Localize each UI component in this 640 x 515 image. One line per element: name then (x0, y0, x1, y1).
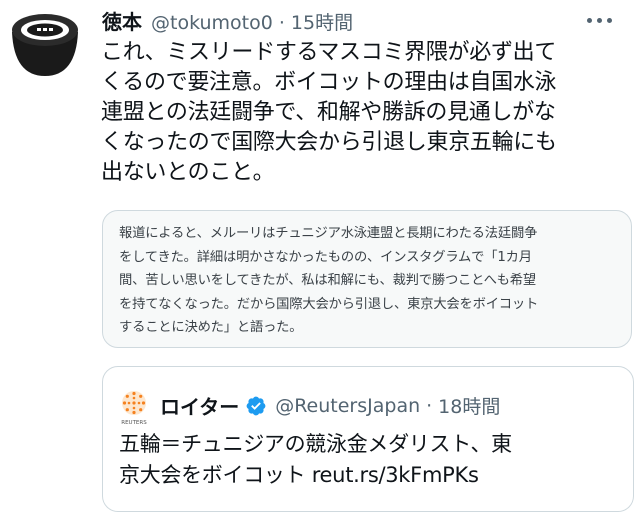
more-options-icon[interactable] (584, 18, 624, 28)
excerpt-line: することに決めた」と語った。 (119, 320, 303, 336)
bowl-avatar-icon (7, 3, 83, 79)
quoted-author-handle[interactable]: @ReutersJapan (275, 395, 420, 417)
header-separator: · (278, 12, 285, 34)
quoted-excerpt-image[interactable]: 報道によると、メルーリはチュニジア水泳連盟と長期にわたる法廷闘争 をしてきた。詳… (102, 210, 632, 348)
tweet-text: これ、ミスリードするマスコミ界隈が必ず出て くるので要注意。ボイコットの理由は自… (101, 38, 631, 188)
quoted-tweet-header: ロイター @ReutersJapan · 18時間 (160, 391, 500, 420)
excerpt-line: をしてきた。詳細は明かさなかったものの、インスタグラムで「1カ月 (119, 249, 532, 265)
quoted-tweet-timestamp[interactable]: 18時間 (438, 392, 500, 419)
tweet-text-line: くなったので国際大会から引退し東京五輪にも (101, 130, 557, 155)
author-handle[interactable]: @tokumoto0 (151, 12, 273, 34)
quoted-tweet-text: 五輪＝チュニジアの競泳金メダリスト、東 京大会をボイコット reut.rs/3k… (119, 429, 624, 491)
tweet-text-line: 出ないとのこと。 (101, 160, 275, 185)
verified-badge-icon (246, 396, 266, 415)
reuters-logo: REUTERS (117, 389, 151, 427)
quoted-header-separator: · (426, 394, 433, 417)
quoted-text-segment: 京大会をボイコット (119, 463, 312, 487)
tweet-text-line: くるので要注意。ボイコットの理由は自国水泳 (101, 70, 557, 95)
tweet-header: 徳本 @tokumoto0 · 15時間 (102, 6, 353, 36)
svg-text:REUTERS: REUTERS (121, 420, 147, 426)
tweet-text-line: 連盟との法廷闘争で、和解や勝訴の見通しがな (101, 100, 556, 125)
excerpt-line: 報道によると、メルーリはチュニジア水泳連盟と長期にわたる法廷闘争 (119, 226, 538, 241)
quoted-tweet-card[interactable]: REUTERS ロイター @ReutersJapan · 18時間 五輪＝チュニ… (102, 366, 634, 512)
quoted-author-name[interactable]: ロイター (160, 391, 239, 420)
excerpt-text: 報道によると、メルーリはチュニジア水泳連盟と長期にわたる法廷闘争 をしてきた。詳… (119, 222, 619, 340)
quoted-tweet-link[interactable]: reut.rs/3kFmPKs (312, 463, 479, 487)
quoted-text-line-2: 京大会をボイコット reut.rs/3kFmPKs (119, 460, 624, 491)
tweet-timestamp[interactable]: 15時間 (291, 8, 353, 35)
tweet-text-line: これ、ミスリードするマスコミ界隈が必ず出て (101, 40, 557, 65)
reuters-logo-icon: REUTERS (121, 391, 147, 426)
excerpt-line: を持てなくなった。だから国際大会から引退し、東京大会をボイコット (119, 296, 539, 312)
excerpt-line: 間、苦しい思いをしてきたが、私は和解にも、裁判で勝つことへも希望 (119, 273, 536, 289)
author-name[interactable]: 徳本 (102, 6, 142, 35)
avatar[interactable] (6, 2, 84, 80)
quoted-text-line: 五輪＝チュニジアの競泳金メダリスト、東 (119, 432, 512, 456)
